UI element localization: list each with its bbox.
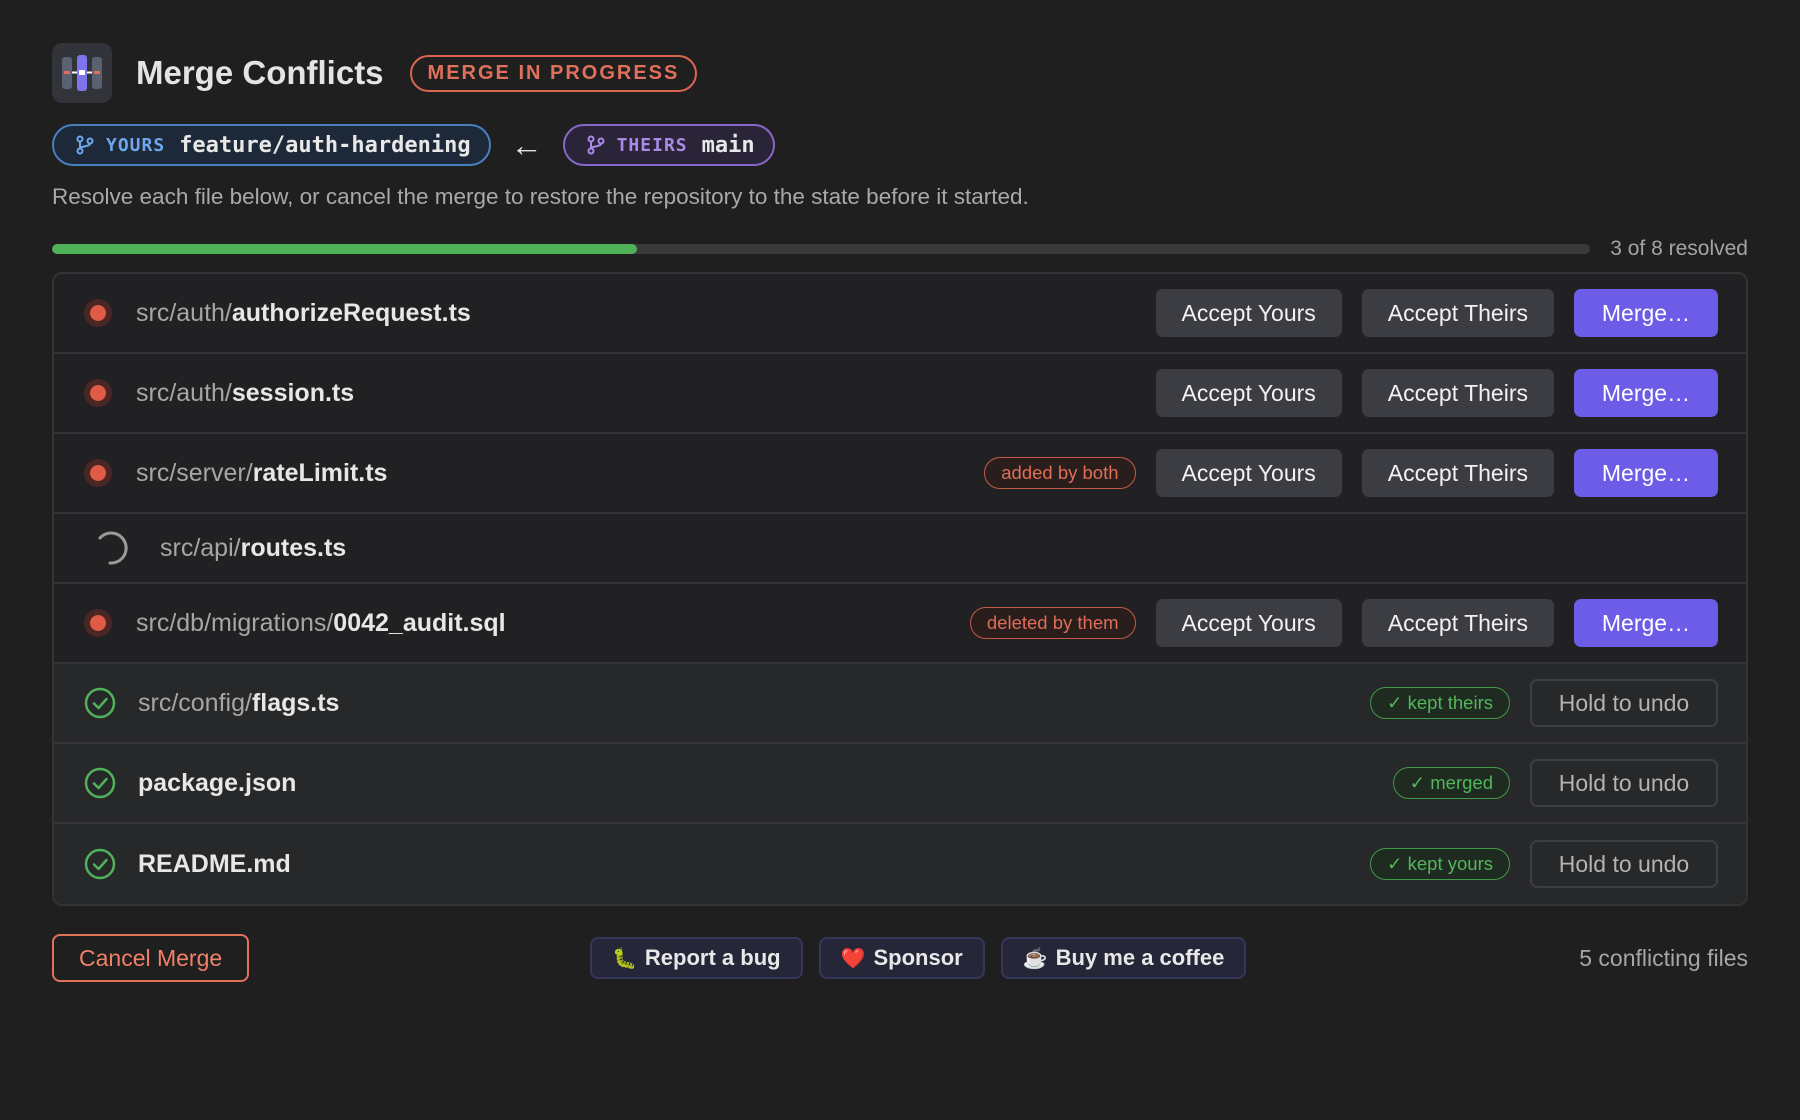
resolution-badge: ✓ kept yours	[1370, 848, 1510, 880]
file-name: rateLimit.ts	[252, 458, 388, 487]
theirs-branch-name: main	[701, 132, 755, 158]
support-links: 🐛 Report a bug ❤️ Sponsor ☕ Buy me a cof…	[590, 937, 1262, 979]
file-name: session.ts	[231, 378, 355, 407]
yours-branch-name: feature/auth-hardening	[179, 132, 471, 158]
heart-icon: ❤️	[840, 947, 866, 970]
conflict-type-badge: deleted by them	[969, 607, 1136, 639]
merge-button[interactable]: Merge…	[1574, 449, 1718, 497]
theirs-label: THEIRS	[616, 134, 688, 156]
resolved-check-icon	[84, 767, 116, 799]
file-dir: src/config/	[138, 688, 252, 717]
merge-button[interactable]: Merge…	[1574, 599, 1718, 647]
file-dir: src/auth/	[136, 298, 232, 327]
branch-bar: YOURS feature/auth-hardening ← THEIRS ma…	[52, 124, 1748, 166]
buy-coffee-link[interactable]: ☕ Buy me a coffee	[1000, 937, 1247, 979]
report-bug-link[interactable]: 🐛 Report a bug	[590, 937, 803, 979]
header: Merge Conflicts MERGE IN PROGRESS	[52, 42, 1748, 104]
file-dir: src/auth/	[136, 378, 232, 407]
file-dir: src/api/	[160, 533, 241, 562]
accept-theirs-button[interactable]: Accept Theirs	[1361, 449, 1554, 497]
conflict-status-icon	[84, 609, 112, 637]
file-row: src/api/routes.ts	[54, 514, 1746, 584]
resolved-check-icon	[84, 848, 116, 880]
accept-yours-button[interactable]: Accept Yours	[1155, 599, 1342, 647]
file-row: src/config/flags.ts ✓ kept theirs Hold t…	[54, 664, 1746, 744]
file-path: src/server/rateLimit.ts	[136, 459, 984, 488]
resolved-check-icon	[84, 687, 116, 719]
file-name: package.json	[138, 768, 297, 797]
file-name: flags.ts	[251, 688, 340, 717]
conflict-type-badge: added by both	[984, 457, 1136, 489]
file-name: README.md	[138, 849, 291, 878]
git-branch-icon	[587, 135, 605, 155]
footer: Cancel Merge 🐛 Report a bug ❤️ Sponsor ☕…	[52, 934, 1748, 982]
hold-to-undo-button[interactable]: Hold to undo	[1530, 759, 1718, 807]
file-dir: src/db/migrations/	[136, 608, 334, 637]
file-row: src/auth/authorizeRequest.ts Accept Your…	[54, 274, 1746, 354]
hold-to-undo-button[interactable]: Hold to undo	[1530, 679, 1718, 727]
coffee-icon: ☕	[1022, 947, 1048, 970]
accept-theirs-button[interactable]: Accept Theirs	[1361, 369, 1554, 417]
yours-label: YOURS	[106, 134, 166, 156]
file-path: src/auth/session.ts	[136, 379, 1156, 408]
file-path: README.md	[138, 850, 1370, 879]
file-row: package.json ✓ merged Hold to undo	[54, 744, 1746, 824]
merge-panel: Merge Conflicts MERGE IN PROGRESS YOURS …	[52, 42, 1748, 982]
page-title: Merge Conflicts	[136, 54, 384, 91]
theirs-branch-pill: THEIRS main	[562, 124, 775, 166]
file-row: src/db/migrations/0042_audit.sql deleted…	[54, 584, 1746, 664]
instructions-text: Resolve each file below, or cancel the m…	[52, 184, 1029, 209]
file-path: package.json	[138, 769, 1393, 798]
merge-direction-arrow-icon: ←	[510, 127, 543, 163]
accept-yours-button[interactable]: Accept Yours	[1155, 449, 1342, 497]
progress-label: 3 of 8 resolved	[1610, 237, 1748, 260]
file-path: src/db/migrations/0042_audit.sql	[136, 609, 970, 638]
file-path: src/config/flags.ts	[138, 689, 1370, 718]
loading-spinner-icon	[98, 531, 128, 565]
file-name: authorizeRequest.ts	[231, 298, 471, 327]
file-path: src/api/routes.ts	[160, 534, 1718, 563]
merge-button[interactable]: Merge…	[1574, 369, 1718, 417]
yours-branch-pill: YOURS feature/auth-hardening	[52, 124, 491, 166]
buy-coffee-label: Buy me a coffee	[1055, 945, 1225, 970]
report-bug-label: Report a bug	[644, 945, 781, 970]
file-path: src/auth/authorizeRequest.ts	[136, 299, 1156, 328]
sponsor-link[interactable]: ❤️ Sponsor	[818, 937, 985, 979]
sponsor-label: Sponsor	[873, 945, 963, 970]
accept-theirs-button[interactable]: Accept Theirs	[1361, 289, 1554, 337]
bug-icon: 🐛	[612, 947, 637, 970]
hold-to-undo-button[interactable]: Hold to undo	[1530, 840, 1718, 888]
cancel-merge-button[interactable]: Cancel Merge	[52, 934, 250, 982]
file-row: README.md ✓ kept yours Hold to undo	[54, 824, 1746, 904]
merge-app-icon	[52, 43, 112, 103]
accept-yours-button[interactable]: Accept Yours	[1155, 369, 1342, 417]
resolution-badge: ✓ kept theirs	[1370, 687, 1510, 719]
resolution-badge: ✓ merged	[1392, 767, 1510, 799]
file-name: routes.ts	[240, 533, 347, 562]
accept-yours-button[interactable]: Accept Yours	[1155, 289, 1342, 337]
progress-bar	[52, 244, 1591, 254]
file-row: src/server/rateLimit.ts added by both Ac…	[54, 434, 1746, 514]
merge-status-badge: MERGE IN PROGRESS	[409, 54, 698, 92]
conflict-file-list: src/auth/authorizeRequest.ts Accept Your…	[52, 272, 1748, 906]
git-branch-icon	[76, 135, 94, 155]
file-row: src/auth/session.ts Accept Yours Accept …	[54, 354, 1746, 434]
progress-row: 3 of 8 resolved	[52, 236, 1748, 262]
file-name: 0042_audit.sql	[333, 608, 506, 637]
conflict-status-icon	[84, 299, 112, 327]
progress-bar-fill	[52, 244, 637, 254]
conflict-status-icon	[84, 459, 112, 487]
merge-button[interactable]: Merge…	[1574, 289, 1718, 337]
accept-theirs-button[interactable]: Accept Theirs	[1361, 599, 1554, 647]
conflict-status-icon	[84, 379, 112, 407]
file-dir: src/server/	[136, 458, 253, 487]
conflict-count: 5 conflicting files	[1579, 944, 1748, 971]
